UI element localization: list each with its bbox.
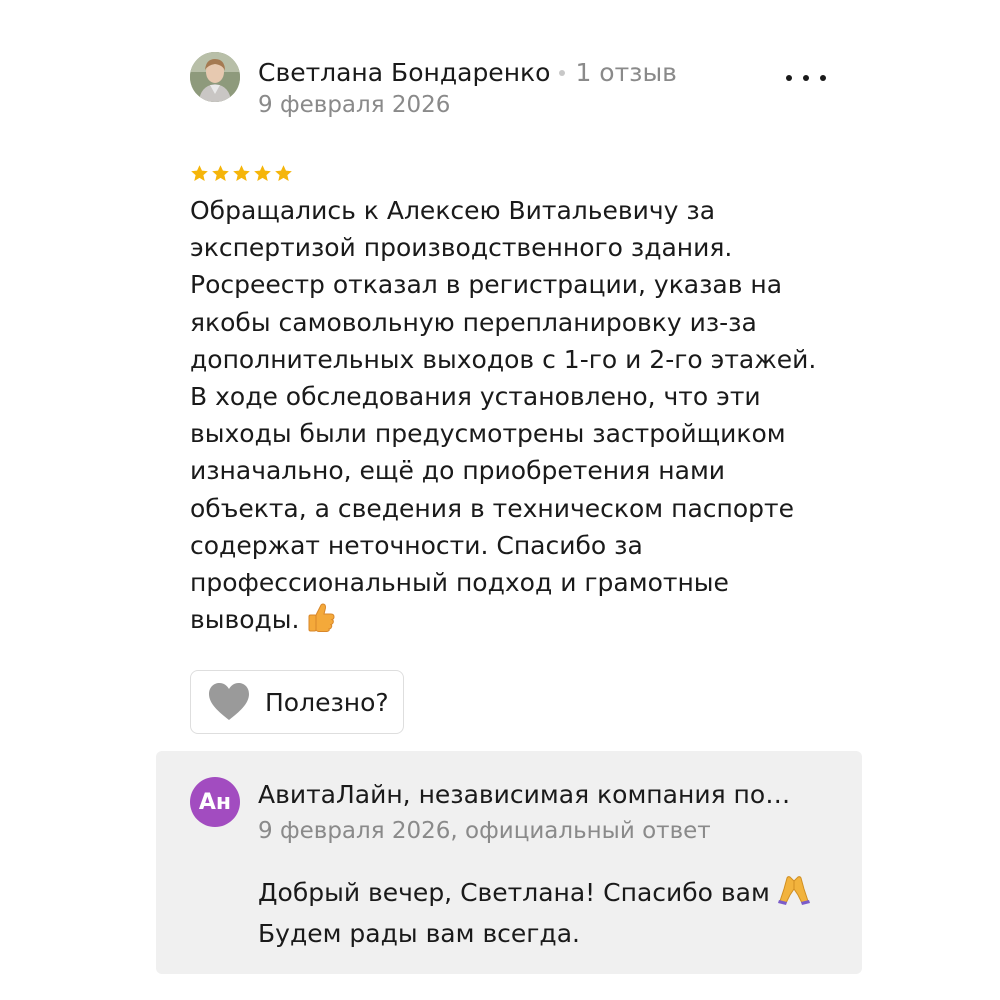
star-icon — [232, 164, 251, 186]
review-text-line: содержат неточности. Спасибо за — [190, 530, 643, 560]
review-text-line: Обращались к Алексею Витальевичу за — [190, 196, 716, 225]
separator-dot — [559, 70, 566, 76]
rating-stars — [190, 164, 870, 186]
review-text-line: объекта, а сведения в техническом паспор… — [190, 493, 794, 523]
review-text-line: экспертизой производственного здания. — [190, 233, 733, 263]
review-text-line: выводы. — [190, 605, 300, 635]
review-text-line-last: выводы. — [190, 601, 850, 642]
folded-hands-icon — [777, 875, 810, 915]
reply-meta: 9 февраля 2026, официальный ответ — [258, 818, 711, 844]
review-header: Светлана Бондаренко 1 отзыв 9 февраля 20… — [190, 52, 870, 121]
star-icon — [253, 164, 272, 186]
review-text-line: якобы самовольную перепланировку из-за — [190, 307, 757, 337]
review-text-line: изначально, ещё до приобретения нами — [190, 456, 726, 486]
reply-text-line: Добрый вечер, Светлана! Спасибо вам — [258, 878, 770, 907]
official-reply: Ан АвитаЛайн, независимая компания по… 9… — [156, 751, 862, 974]
thumbs-up-icon — [307, 602, 335, 642]
author-name[interactable]: Светлана Бондаренко — [258, 57, 550, 89]
company-name[interactable]: АвитаЛайн, независимая компания по… — [258, 779, 790, 811]
review-date: 9 февраля 2026 — [258, 92, 451, 118]
author-meta: Светлана Бондаренко 1 отзыв 9 февраля 20… — [258, 52, 677, 121]
star-icon — [211, 164, 230, 186]
reply-text-line: Будем рады вам всегда. — [258, 919, 580, 948]
author-review-count: 1 отзыв — [575, 58, 677, 87]
review-text-line: В ходе обследования установлено, что эти — [190, 382, 761, 412]
star-icon — [274, 164, 293, 186]
review-text: Обращались к Алексею Витальевичу за эксп… — [190, 192, 850, 642]
helpful-label: Полезно? — [265, 687, 389, 717]
review-text-line: выходы были предусмотрены застройщиком — [190, 419, 786, 449]
reply-text: Добрый вечер, Светлана! Спасибо вам Буде… — [258, 874, 810, 952]
review-text-line: профессиональный подход и грамотные — [190, 568, 729, 598]
reply-text-line-first: Добрый вечер, Светлана! Спасибо вам — [258, 874, 810, 915]
helpful-button[interactable]: Полезно? — [190, 670, 404, 735]
review-text-line: Росреестр отказал в регистрации, указав … — [190, 270, 783, 300]
review-text-line: дополнительных выходов с 1-го и 2-го эта… — [190, 344, 817, 374]
company-avatar[interactable]: Ан — [190, 777, 240, 827]
star-icon — [190, 164, 209, 186]
author-avatar[interactable] — [190, 52, 240, 102]
more-dots-icon[interactable] — [786, 66, 826, 90]
review-card: Светлана Бондаренко 1 отзыв 9 февраля 20… — [190, 52, 870, 735]
heart-icon — [209, 683, 249, 721]
author-name-row: Светлана Бондаренко 1 отзыв — [258, 57, 677, 89]
